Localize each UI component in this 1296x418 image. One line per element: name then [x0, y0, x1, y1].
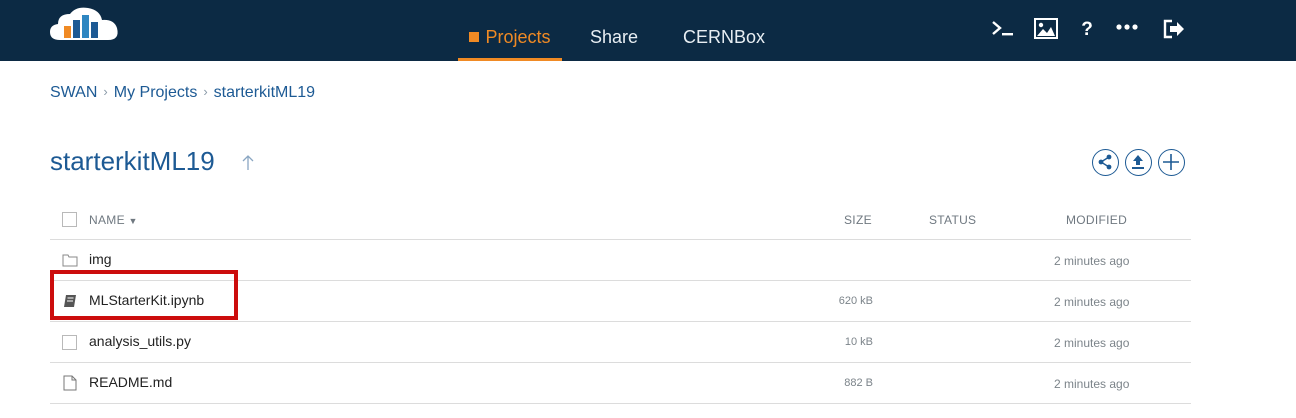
- file-size: 882 B: [844, 377, 873, 389]
- file-modified: 2 minutes ago: [1054, 377, 1130, 391]
- projects-icon: [469, 32, 480, 42]
- swan-logo-icon[interactable]: [50, 6, 120, 46]
- breadcrumb-my-projects[interactable]: My Projects: [114, 84, 198, 101]
- add-button[interactable]: [1158, 149, 1185, 176]
- header-name-label: NAME: [89, 213, 125, 227]
- table-row[interactable]: analysis_utils.py 10 kB 2 minutes ago: [50, 322, 1191, 363]
- upload-icon: [1132, 155, 1144, 169]
- row-checkbox[interactable]: [62, 335, 77, 350]
- header-size[interactable]: SIZE: [844, 213, 872, 227]
- file-modified: 2 minutes ago: [1054, 254, 1130, 268]
- table-row[interactable]: MLStarterKit.ipynb 620 kB 2 minutes ago: [50, 281, 1191, 322]
- file-size: 620 kB: [838, 295, 873, 307]
- breadcrumb-project[interactable]: starterkitML19: [214, 84, 315, 101]
- tab-cernbox[interactable]: CERNBox: [670, 0, 778, 61]
- caret-down-icon: ▼: [128, 216, 138, 226]
- help-icon[interactable]: ?: [1074, 16, 1100, 42]
- file-name[interactable]: MLStarterKit.ipynb: [89, 292, 204, 308]
- active-tab-indicator: [458, 58, 562, 61]
- file-table: NAME ▼ SIZE STATUS MODIFIED img 2 minute…: [50, 200, 1191, 404]
- file-name[interactable]: analysis_utils.py: [89, 333, 191, 349]
- more-icon[interactable]: [1114, 16, 1140, 42]
- share-icon: [1098, 154, 1112, 170]
- image-icon[interactable]: [1033, 16, 1059, 42]
- folder-icon: [62, 254, 78, 267]
- upload-button[interactable]: [1125, 149, 1152, 176]
- chevron-right-icon: ›: [203, 84, 208, 99]
- svg-text:?: ?: [1081, 19, 1093, 40]
- select-all-checkbox[interactable]: [62, 212, 77, 227]
- page-title: starterkitML19: [50, 146, 215, 176]
- chevron-right-icon: ›: [103, 84, 108, 99]
- sort-up-arrow-icon[interactable]: [240, 153, 256, 173]
- tab-share-label: Share: [589, 27, 639, 47]
- file-icon: [63, 375, 77, 391]
- file-size: 10 kB: [844, 336, 873, 348]
- top-navbar: Projects Share CERNBox ?: [0, 0, 1296, 61]
- header-modified[interactable]: MODIFIED: [1066, 213, 1127, 227]
- file-modified: 2 minutes ago: [1054, 336, 1130, 350]
- notebook-icon: [64, 295, 76, 307]
- header-status[interactable]: STATUS: [929, 213, 976, 227]
- tab-cernbox-label: CERNBox: [682, 27, 766, 47]
- file-name[interactable]: img: [89, 251, 112, 267]
- table-row[interactable]: README.md 882 B 2 minutes ago: [50, 363, 1191, 404]
- add-icon: [1163, 154, 1179, 170]
- table-header: NAME ▼ SIZE STATUS MODIFIED: [50, 200, 1191, 240]
- breadcrumb-swan[interactable]: SWAN: [50, 84, 97, 101]
- tab-share[interactable]: Share: [578, 0, 650, 61]
- share-project-button[interactable]: [1092, 149, 1119, 176]
- file-modified: 2 minutes ago: [1054, 295, 1130, 309]
- tab-projects[interactable]: Projects: [458, 0, 562, 61]
- file-name[interactable]: README.md: [89, 374, 172, 390]
- tab-projects-label: Projects: [485, 27, 551, 47]
- terminal-icon[interactable]: [990, 16, 1016, 42]
- table-row[interactable]: img 2 minutes ago: [50, 240, 1191, 281]
- logout-icon[interactable]: [1161, 16, 1187, 42]
- header-name[interactable]: NAME ▼: [89, 213, 138, 227]
- breadcrumb: SWAN › My Projects › starterkitML19: [50, 84, 315, 102]
